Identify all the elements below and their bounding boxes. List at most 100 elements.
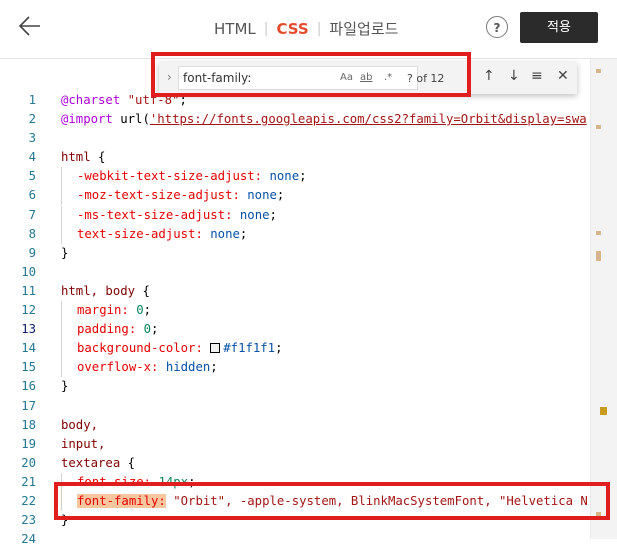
code-line[interactable]: 18 body,	[0, 416, 617, 435]
code-line[interactable]: 10	[0, 263, 617, 282]
line-number: 23	[21, 513, 36, 528]
code-token: url(	[120, 112, 150, 127]
code-token: ;	[188, 474, 196, 489]
whole-word-icon[interactable]: ab	[360, 72, 372, 83]
tab-separator: |	[316, 20, 322, 37]
code-line[interactable]: 14 background-color: #f1f1f1;	[0, 339, 617, 359]
code-line[interactable]: 20 textarea {	[0, 454, 617, 473]
code-token: html, body	[61, 283, 136, 298]
code-token: -moz-text-size-adjust:	[77, 188, 240, 203]
match-case-icon[interactable]: Aa	[340, 72, 353, 83]
line-number: 15	[21, 360, 36, 375]
code-token: }	[61, 245, 69, 260]
line-number: 1	[28, 93, 36, 107]
line-number: 6	[28, 188, 36, 203]
line-number: 11	[21, 283, 36, 298]
code-line[interactable]: 11 html, body {	[0, 282, 617, 301]
code-token: font-size:	[77, 474, 152, 489]
tab-css[interactable]: CSS	[276, 20, 308, 38]
code-line[interactable]: 22 font-family: "Orbit", -apple-system, B…	[0, 491, 617, 511]
code-line[interactable]: 24	[0, 530, 617, 549]
line-number: 22	[21, 493, 36, 508]
overview-ruler-mark	[596, 231, 601, 235]
regex-icon[interactable]: .*	[384, 72, 392, 83]
code-token: ;	[276, 188, 285, 203]
help-icon[interactable]: ?	[486, 16, 508, 38]
find-in-selection-icon[interactable]: ≡	[531, 68, 543, 84]
code-token: overflow-x:	[77, 360, 159, 375]
code-token: html	[61, 150, 91, 165]
code-line[interactable]: 12 margin: 0;	[0, 301, 617, 321]
code-line[interactable]: 8 text-size-adjust: none;	[0, 224, 617, 244]
tab-html[interactable]: HTML	[214, 20, 256, 38]
code-token: text-size-adjust:	[77, 226, 203, 241]
code-line[interactable]: 13 padding: 0;	[0, 320, 617, 340]
arrow-up-icon[interactable]: ↑	[483, 68, 495, 84]
code-token: ;	[179, 93, 187, 107]
indent-guide	[61, 186, 62, 206]
overview-ruler-mark	[596, 69, 601, 73]
indent-guide	[61, 167, 62, 187]
code-token: }	[61, 379, 69, 394]
code-line[interactable]: 17	[0, 397, 617, 416]
code-line[interactable]: 16}	[0, 377, 617, 396]
code-token: none	[239, 207, 270, 222]
line-number: 5	[28, 169, 36, 184]
editor-scrollbar[interactable]	[590, 59, 617, 539]
match-count: ? of 12	[407, 72, 445, 85]
arrow-down-icon[interactable]: ↓	[508, 68, 520, 84]
chevron-right-icon[interactable]: ›	[167, 70, 172, 84]
code-editor[interactable]: 1 @charset "utf-8"; 2 @import url('https:/…	[0, 59, 617, 546]
overview-ruler-mark	[596, 512, 601, 517]
code-token: padding:	[77, 322, 137, 337]
code-line[interactable]: 2 @import url('https://fonts.googleapis.c…	[0, 110, 617, 129]
code-token: ;	[239, 226, 248, 241]
line-number: 12	[21, 303, 36, 318]
line-number: 10	[21, 264, 36, 279]
code-link[interactable]: 'https://fonts.googleapis.com/css2?famil…	[150, 112, 587, 126]
line-number: 14	[21, 341, 36, 356]
code-token: none	[269, 169, 300, 184]
indent-guide	[61, 205, 62, 225]
overview-ruler-mark	[596, 251, 601, 261]
code-line[interactable]: 5 -webkit-text-size-adjust: none;	[0, 167, 617, 187]
code-token: margin:	[77, 303, 129, 318]
code-token: "Orbit", -apple-system, BlinkMacSystemFo…	[173, 493, 588, 508]
code-token: {	[120, 455, 136, 470]
find-input[interactable]: font-family:	[178, 66, 418, 90]
code-line[interactable]: 9}	[0, 244, 617, 263]
line-number: 17	[21, 398, 36, 413]
close-icon[interactable]: ✕	[557, 68, 569, 84]
code-line[interactable]: 6 -moz-text-size-adjust: none;	[0, 186, 617, 206]
code-token: none	[247, 188, 277, 203]
arrow-left-icon[interactable]	[16, 12, 44, 40]
code-token: none	[210, 226, 240, 241]
code-line[interactable]: 15 overflow-x: hidden;	[0, 358, 617, 378]
color-swatch-icon[interactable]	[210, 343, 221, 354]
code-token: {	[90, 150, 106, 165]
apply-button[interactable]: 적용	[520, 12, 598, 43]
code-line[interactable]: 19 input,	[0, 435, 617, 454]
code-line[interactable]: 23}	[0, 511, 617, 530]
code-line[interactable]: 7 -ms-text-size-adjust: none;	[0, 205, 617, 225]
overview-ruler-mark	[596, 125, 601, 129]
code-line[interactable]: 3	[0, 129, 617, 148]
code-token: 0	[143, 322, 152, 337]
line-number: 8	[28, 226, 36, 241]
code-token: background-color:	[77, 341, 203, 356]
code-token: ;	[210, 360, 218, 375]
code-line[interactable]: 21 font-size: 14px;	[0, 472, 617, 492]
code-token: ;	[275, 341, 283, 356]
tab-file-upload[interactable]: 파일업로드	[329, 18, 398, 39]
line-number: 18	[21, 417, 36, 432]
find-widget: › font-family: Aa ab .* ? of 12 ↑ ↓ ≡ ✕	[159, 62, 577, 94]
code-token: @import	[61, 112, 113, 127]
overview-ruler-mark	[600, 407, 607, 415]
code-token: -ms-text-size-adjust:	[77, 207, 233, 222]
line-number: 9	[28, 245, 36, 260]
code-line[interactable]: 4 html {	[0, 148, 617, 167]
code-lines: 1 @charset "utf-8"; 2 @import url('https:/…	[0, 91, 617, 549]
code-token: #f1f1f1	[223, 341, 276, 356]
editor-header: HTML | CSS | 파일업로드 ? 적용	[0, 0, 617, 58]
line-number: 19	[21, 436, 36, 451]
